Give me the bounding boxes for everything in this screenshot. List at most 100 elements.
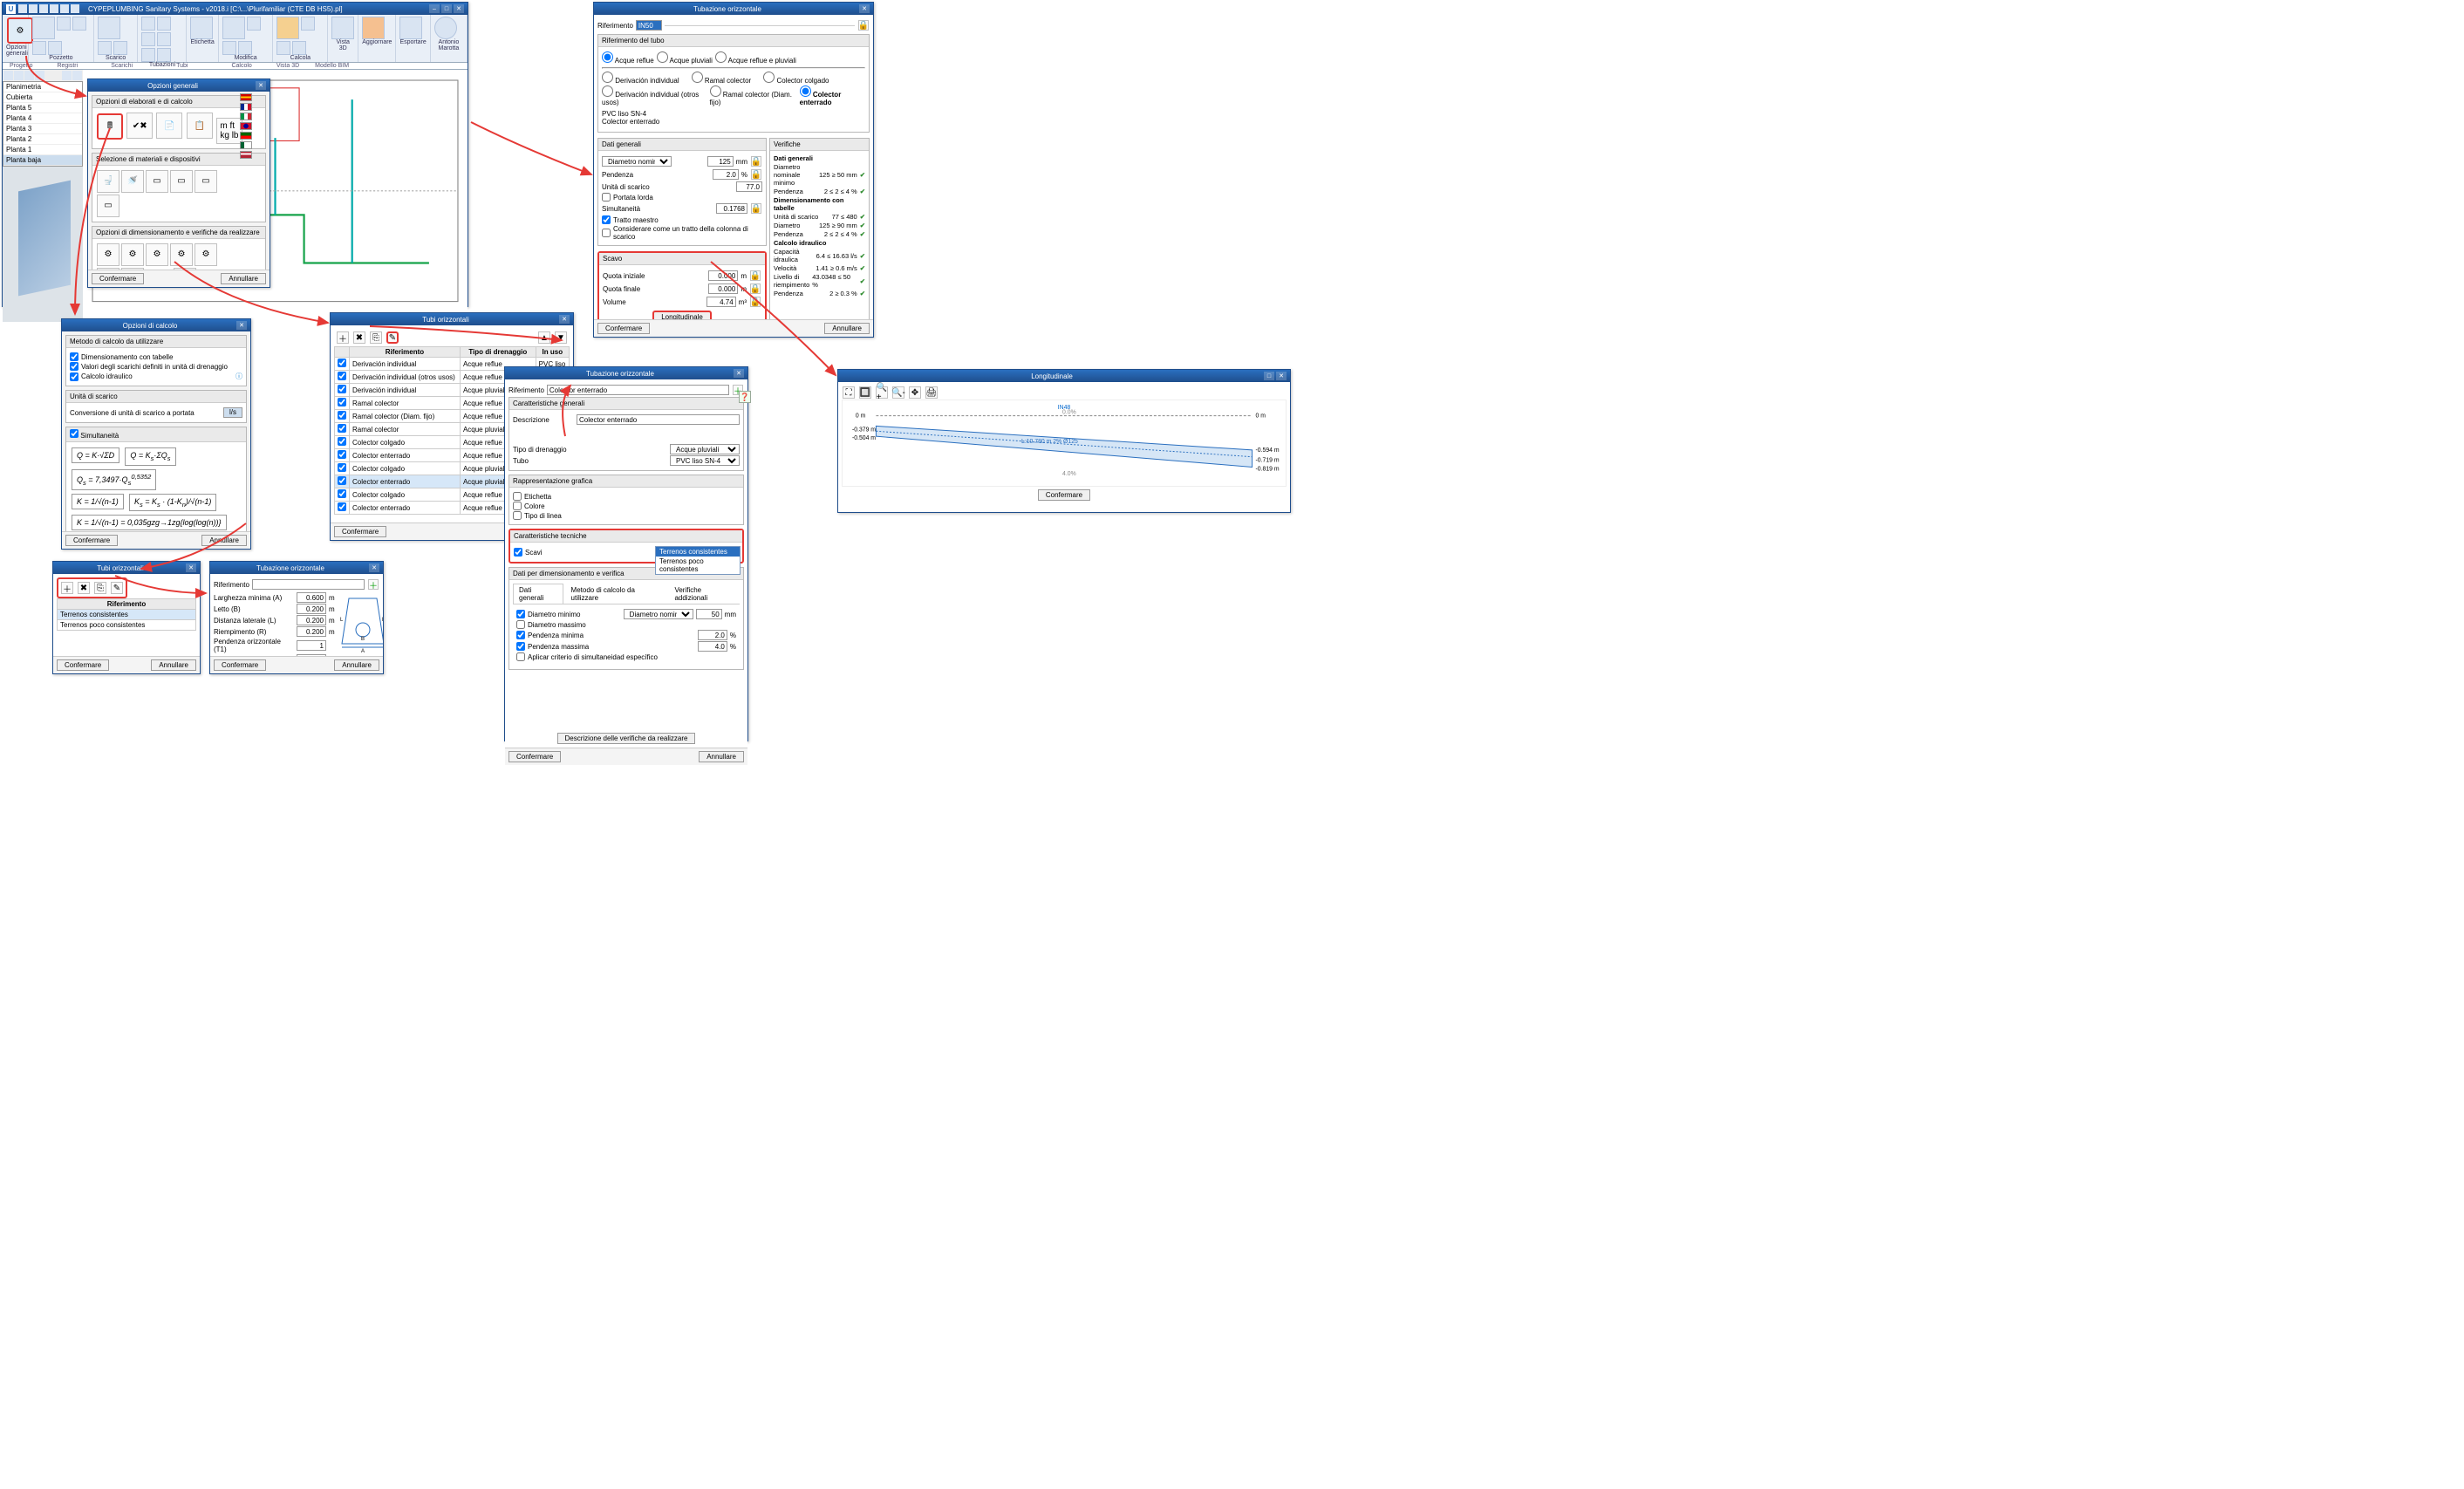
flag-us-icon[interactable] — [240, 151, 252, 159]
dim-icon[interactable]: ⚙ — [170, 243, 193, 266]
r-acqplu[interactable] — [657, 51, 668, 63]
qa-undo-icon[interactable] — [29, 4, 38, 13]
lock-icon[interactable]: 🔒 — [750, 297, 761, 307]
cancel-button[interactable]: Annullare — [221, 273, 266, 284]
chk-dmax[interactable] — [516, 620, 525, 629]
chk-pmax[interactable] — [516, 642, 525, 651]
pmax-input[interactable] — [698, 641, 727, 652]
confirm-button[interactable]: Confermare — [92, 273, 144, 284]
lock-icon[interactable]: 🔒 — [751, 169, 761, 180]
lock-icon[interactable]: 🔒 — [750, 270, 761, 281]
flag-fr-icon[interactable] — [240, 103, 252, 111]
r-colector-ent[interactable] — [800, 85, 811, 97]
flag-es-icon[interactable] — [240, 93, 252, 101]
tree-item[interactable]: Planta 5 — [3, 103, 82, 113]
close-icon[interactable]: ✕ — [186, 563, 196, 572]
dn-input[interactable] — [707, 156, 734, 167]
qa-save-icon[interactable] — [18, 4, 27, 13]
chk-val-scarichi[interactable] — [70, 362, 78, 371]
chk-sim[interactable] — [70, 429, 78, 438]
lock-icon[interactable]: 🔒 — [751, 156, 761, 167]
max-icon[interactable]: □ — [1264, 372, 1274, 380]
flag-uk-icon[interactable] — [240, 122, 252, 130]
flag-icon[interactable] — [240, 141, 252, 149]
del-icon[interactable]: ✖ — [353, 331, 365, 344]
chk-crit[interactable] — [516, 652, 525, 661]
3d-preview[interactable] — [3, 167, 83, 322]
confirm-button[interactable]: Confermare — [1038, 489, 1090, 501]
mat-icon[interactable]: ▭ — [97, 195, 119, 217]
icon-btn[interactable]: 📄 — [156, 113, 182, 139]
dmin-input[interactable] — [696, 609, 722, 619]
dim-icon[interactable]: ⚙ — [195, 243, 217, 266]
riemp-input[interactable] — [297, 626, 326, 637]
close-icon[interactable]: ✕ — [1276, 372, 1287, 380]
qi-input[interactable] — [708, 270, 738, 281]
chk-cons[interactable] — [602, 229, 611, 237]
r5[interactable] — [710, 85, 721, 97]
confirm-button[interactable]: Confermare — [57, 659, 109, 671]
close-icon[interactable]: ✕ — [559, 315, 570, 324]
tab-metodo[interactable]: Metodo di calcolo da utilizzare — [566, 584, 667, 604]
cancel-button[interactable]: Annullare — [824, 323, 870, 334]
chk-calc-idr[interactable] — [70, 372, 78, 381]
close-icon[interactable]: ✕ — [734, 369, 744, 378]
r2[interactable] — [692, 72, 703, 83]
qf-input[interactable] — [708, 283, 738, 294]
qa-redo-icon[interactable] — [39, 4, 48, 13]
tool-icon-1[interactable] — [3, 71, 13, 80]
profile-canvas[interactable]: IN48 0.0% L:10.780 m 2% Ø125 4.0% 0 m -0… — [842, 400, 1287, 487]
add-icon[interactable]: ＋ — [61, 582, 73, 594]
confirm-button[interactable]: Confermare — [214, 659, 266, 671]
dim-icon[interactable]: ⚙ — [146, 243, 168, 266]
us-input[interactable] — [736, 181, 762, 192]
dropdown-option[interactable]: Terrenos consistentes — [656, 547, 740, 557]
mat-icon[interactable]: 🚽 — [97, 170, 119, 193]
chk-dim-tabelle[interactable] — [70, 352, 78, 361]
larg-input[interactable] — [297, 592, 326, 603]
floor-tree[interactable]: Planimetria Cubierta Planta 5 Planta 4 P… — [3, 81, 83, 167]
pmin-input[interactable] — [698, 630, 727, 640]
tab-dati-gen[interactable]: Dati generali — [513, 584, 563, 604]
icon-btn[interactable]: 📋 — [187, 113, 213, 139]
print-icon[interactable]: 🖨 — [925, 386, 938, 399]
help-icon[interactable]: ❓ — [739, 391, 751, 403]
rif-input[interactable] — [636, 20, 662, 31]
dropdown-option[interactable]: Terrenos poco consistentes — [656, 557, 740, 574]
dn-select[interactable]: Diametro nominale — [602, 156, 672, 167]
mat-icon[interactable]: ▭ — [146, 170, 168, 193]
pan-icon[interactable]: ✥ — [909, 386, 921, 399]
rif-input[interactable] — [547, 385, 729, 395]
flag-it-icon[interactable] — [240, 113, 252, 120]
longitudinale-button[interactable]: Longitudinale — [652, 311, 712, 319]
rif-input[interactable] — [252, 579, 365, 590]
chk-pmin[interactable] — [516, 631, 525, 639]
tree-item[interactable]: Cubierta — [3, 92, 82, 103]
chk-dmin[interactable] — [516, 610, 525, 618]
lock-icon[interactable]: 🔒 — [751, 203, 761, 214]
dist-input[interactable] — [297, 615, 326, 625]
pendh-input[interactable] — [297, 640, 326, 651]
confirm-button[interactable]: Confermare — [65, 535, 118, 546]
down-icon[interactable]: ▼ — [555, 331, 567, 344]
qa-icon-6[interactable] — [71, 4, 79, 13]
sim-input[interactable] — [716, 203, 747, 214]
icon-btn[interactable]: ✔✖ — [126, 113, 153, 139]
mat-icon[interactable]: 🚿 — [121, 170, 144, 193]
lock-icon[interactable]: 🔒 — [858, 20, 869, 31]
close-icon[interactable]: ✕ — [256, 81, 266, 90]
flag-pt-icon[interactable] — [240, 132, 252, 140]
desc-input[interactable] — [577, 414, 740, 425]
scavi-dropdown-open[interactable]: Terrenos consistentes Terrenos poco cons… — [655, 546, 741, 575]
tree-item[interactable]: Planta 3 — [3, 124, 82, 134]
tree-item[interactable]: Planta 4 — [3, 113, 82, 124]
lock-icon[interactable]: 🔒 — [750, 283, 761, 294]
max-icon[interactable]: □ — [441, 4, 452, 13]
calc-options-button[interactable]: 🖩 — [97, 113, 123, 140]
cancel-button[interactable]: Annullare — [201, 535, 247, 546]
terrenos-table[interactable]: Riferimento Terrenos consistentes Terren… — [57, 598, 196, 631]
chk-tipolinea[interactable] — [513, 511, 522, 520]
chk-tm[interactable] — [602, 215, 611, 224]
r-acqref[interactable] — [602, 51, 613, 63]
table-row[interactable]: Terrenos poco consistentes — [58, 620, 196, 631]
